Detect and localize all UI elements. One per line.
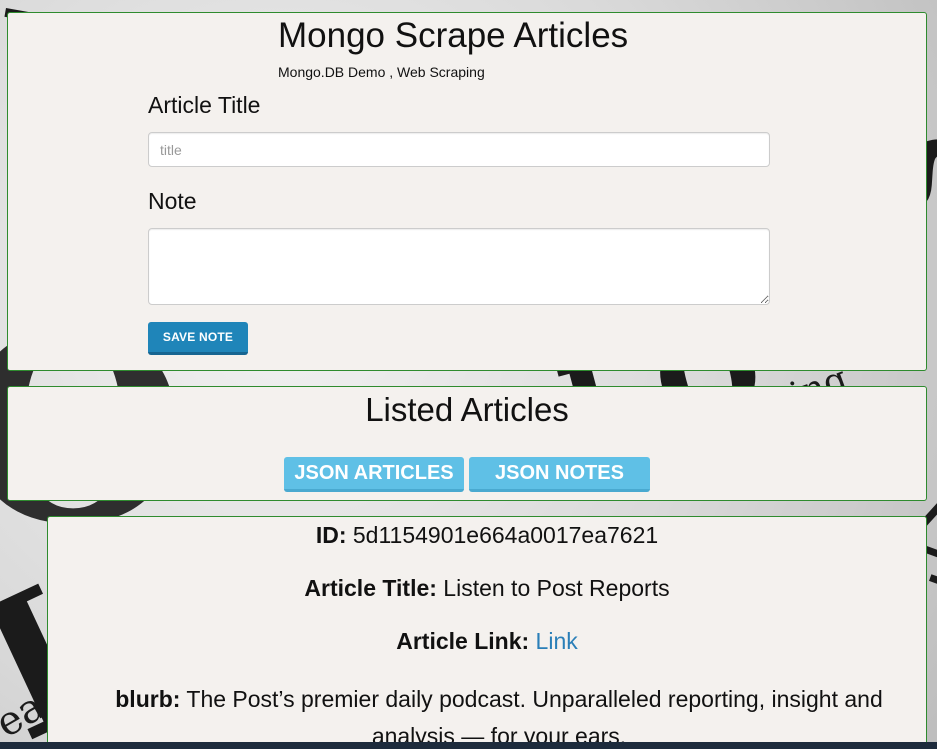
article-title-input[interactable] <box>148 132 770 167</box>
listed-articles-heading: Listed Articles <box>365 391 569 428</box>
article-card[interactable]: ID: 5d1154901e664a0017ea7621 Article Tit… <box>47 516 927 749</box>
article-id-line: ID: 5d1154901e664a0017ea7621 <box>48 522 926 549</box>
note-label: Note <box>148 188 197 214</box>
article-link-line: Article Link: Link <box>48 628 926 655</box>
article-title-field-label: Article Title: <box>304 575 437 601</box>
article-link-label: Article Link: <box>396 628 530 654</box>
listed-articles-panel: Listed Articles JSON ARTICLES JSON NOTES <box>7 386 927 501</box>
article-id-label: ID: <box>315 522 347 548</box>
article-blurb-label: blurb: <box>115 686 181 712</box>
article-title-label: Article Title <box>148 92 261 118</box>
json-articles-button[interactable]: JSON ARTICLES <box>284 457 464 492</box>
json-notes-button[interactable]: JSON NOTES <box>469 457 650 492</box>
os-taskbar <box>0 742 937 749</box>
save-note-button[interactable]: SAVE NOTE <box>148 322 248 355</box>
page-subtitle: Mongo.DB Demo , Web Scraping <box>278 64 485 80</box>
article-blurb-line: blurb: The Post’s premier daily podcast.… <box>72 681 926 749</box>
article-link[interactable]: Link <box>536 628 578 654</box>
article-title-line: Article Title: Listen to Post Reports <box>48 575 926 602</box>
article-title-value: Listen to Post Reports <box>443 575 670 601</box>
article-blurb-value: The Post’s premier daily podcast. Unpara… <box>186 686 883 749</box>
page-title: Mongo Scrape Articles <box>278 16 629 55</box>
note-textarea[interactable] <box>148 228 770 305</box>
article-id-value: 5d1154901e664a0017ea7621 <box>352 522 659 548</box>
note-form-panel: Mongo Scrape Articles Mongo.DB Demo , We… <box>7 12 927 371</box>
